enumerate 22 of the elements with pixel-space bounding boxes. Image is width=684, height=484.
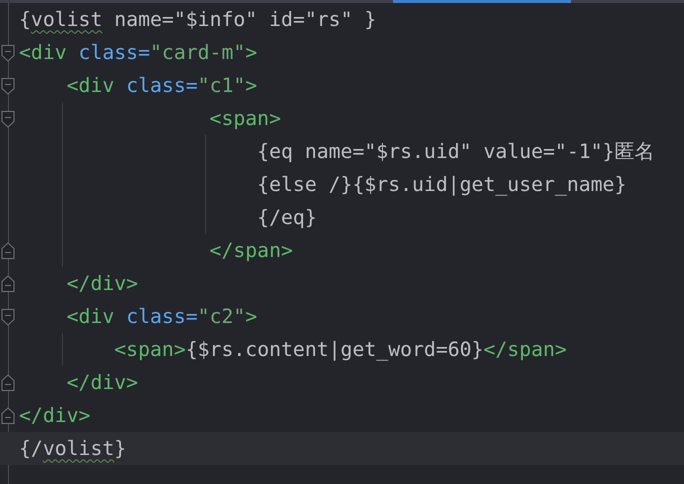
- code-line: </div>: [66, 370, 138, 394]
- fold-icon[interactable]: [1, 110, 15, 128]
- code-line: <span>: [208, 106, 282, 130]
- code-line: <div class="c1">: [66, 74, 258, 98]
- fold-icon[interactable]: [1, 242, 15, 260]
- fold-icon[interactable]: [1, 308, 15, 326]
- code-line: </div>: [19, 404, 90, 428]
- code-line: {else /}{$rs.uid|get_user_name}: [256, 172, 626, 196]
- code-line: <span>{$rs.content|get_word=60}</span>: [113, 338, 567, 362]
- fold-icon[interactable]: [1, 76, 15, 94]
- code-line: {/eq}: [256, 206, 317, 230]
- code-line: <div class="card-m">: [19, 40, 258, 64]
- fold-icon[interactable]: [1, 44, 15, 62]
- code-line: {volist name="$info" id="rs" }: [19, 8, 376, 32]
- code-line: </span>: [208, 238, 293, 262]
- fold-icon[interactable]: [1, 374, 15, 392]
- code-line: {eq name="$rs.uid" value="-1"}匿名: [256, 140, 654, 164]
- code-line: {/volist}: [19, 436, 126, 460]
- code-line: </div>: [66, 272, 138, 296]
- fold-icon[interactable]: [1, 274, 15, 292]
- code-line: <div class="c2">: [66, 304, 258, 328]
- fold-icon[interactable]: [1, 406, 15, 424]
